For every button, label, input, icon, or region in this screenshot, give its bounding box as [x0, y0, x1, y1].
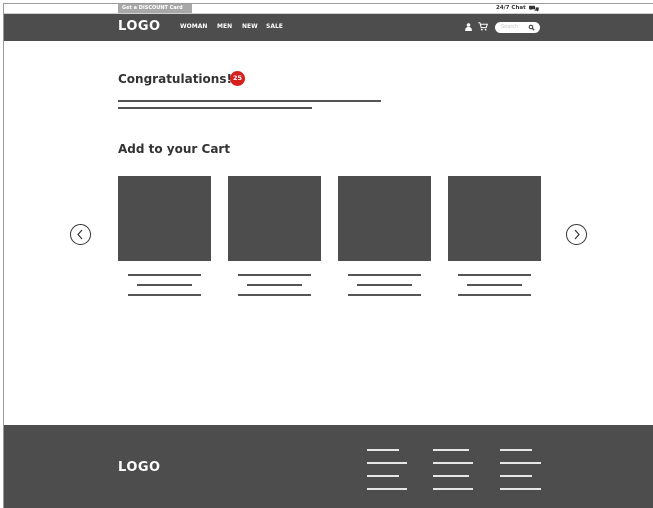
text-placeholder-line	[118, 107, 312, 109]
footer-link-line[interactable]	[433, 488, 473, 490]
footer-link-line[interactable]	[433, 449, 469, 451]
footer-link-line[interactable]	[367, 449, 399, 451]
main-navbar	[4, 14, 653, 41]
product-image[interactable]	[338, 176, 431, 261]
congratulations-heading: Congratulations!	[118, 72, 232, 86]
product-text-line	[128, 294, 201, 296]
product-text-line	[357, 284, 412, 286]
notification-badge: 25	[230, 71, 245, 86]
product-text-line	[458, 274, 531, 276]
user-icon[interactable]	[465, 23, 472, 31]
add-to-cart-heading: Add to your Cart	[118, 142, 231, 156]
chevron-left-icon	[77, 229, 83, 240]
search-input[interactable]: Search	[495, 22, 540, 33]
cart-icon[interactable]	[478, 22, 488, 31]
product-image[interactable]	[118, 176, 211, 261]
nav-woman[interactable]: WOMAN	[180, 23, 207, 31]
text-placeholder-line	[118, 100, 381, 102]
footer-link-line[interactable]	[500, 449, 532, 451]
chevron-right-icon	[574, 229, 580, 240]
footer	[4, 425, 653, 508]
header-logo[interactable]: LOGO	[118, 19, 161, 35]
footer-logo[interactable]: LOGO	[118, 460, 161, 476]
chat-link[interactable]: 24/7 Chat	[496, 4, 526, 13]
carousel-next-button[interactable]	[566, 224, 587, 245]
product-image[interactable]	[228, 176, 321, 261]
product-text-line	[467, 284, 522, 286]
search-placeholder: Search	[501, 24, 519, 30]
product-image[interactable]	[448, 176, 541, 261]
product-text-line	[247, 284, 302, 286]
carousel-prev-button[interactable]	[70, 224, 91, 245]
footer-link-line[interactable]	[500, 488, 541, 490]
footer-link-line[interactable]	[500, 462, 541, 464]
product-text-line	[128, 274, 201, 276]
magnifier-icon[interactable]	[528, 24, 535, 31]
footer-link-line[interactable]	[367, 475, 399, 477]
nav-new[interactable]: NEW	[242, 23, 258, 31]
product-text-line	[348, 294, 421, 296]
product-text-line	[238, 274, 311, 276]
footer-link-line[interactable]	[367, 488, 407, 490]
chat-bubbles-icon[interactable]	[529, 5, 539, 12]
footer-link-line[interactable]	[433, 475, 469, 477]
footer-link-line[interactable]	[367, 462, 407, 464]
product-text-line	[238, 294, 311, 296]
footer-link-line[interactable]	[433, 462, 473, 464]
nav-men[interactable]: MEN	[217, 23, 232, 31]
utility-bar	[4, 4, 653, 14]
footer-link-line[interactable]	[500, 475, 532, 477]
discount-card-link[interactable]: Get a DISCOUNT Card	[118, 4, 192, 13]
product-text-line	[137, 284, 192, 286]
nav-sale[interactable]: SALE	[266, 23, 283, 31]
product-text-line	[348, 274, 421, 276]
product-text-line	[458, 294, 531, 296]
